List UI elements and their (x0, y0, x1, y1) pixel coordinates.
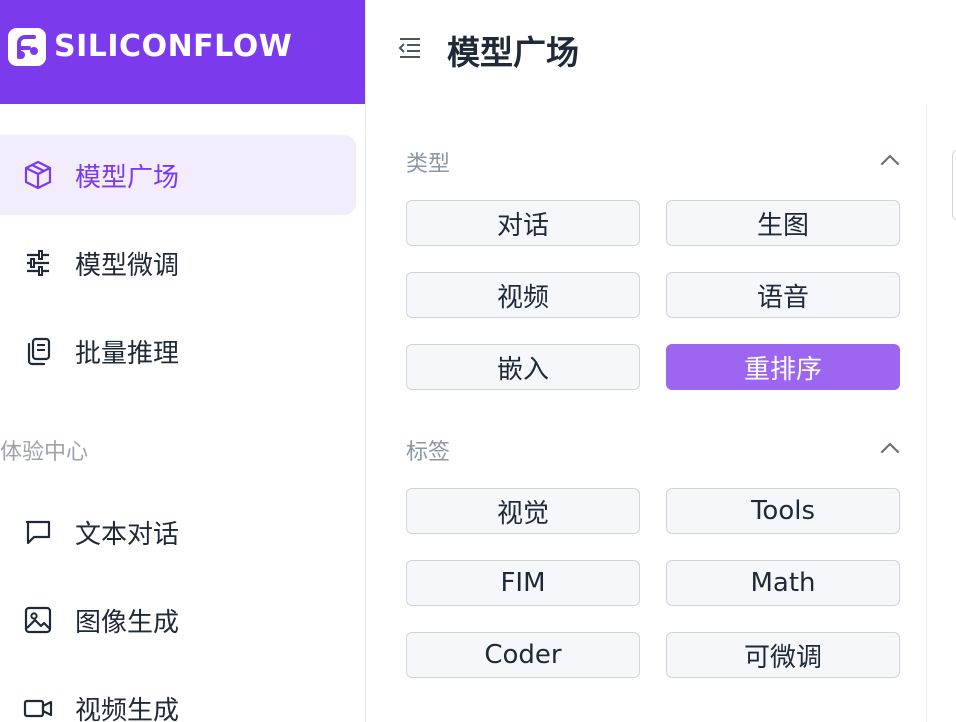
sidebar-item-image-gen[interactable]: 图像生成 (0, 580, 356, 660)
type-option-image[interactable]: 生图 (666, 200, 900, 246)
tag-option-tools[interactable]: Tools (666, 488, 900, 534)
copy-icon (27, 337, 51, 366)
tag-option-finetunable[interactable]: 可微调 (666, 632, 900, 678)
sidebar-item-text-chat[interactable]: 文本对话 (0, 492, 356, 572)
tag-option-math[interactable]: Math (666, 560, 900, 606)
tag-option-fim[interactable]: FIM (406, 560, 640, 606)
image-icon (24, 606, 52, 634)
type-option-embedding[interactable]: 嵌入 (406, 344, 640, 390)
tag-option-vision[interactable]: 视觉 (406, 488, 640, 534)
cube-icon (24, 160, 52, 190)
sidebar-item-video-gen[interactable]: 视频生成 (0, 668, 356, 722)
filter-group-tags-header[interactable]: 标签 (406, 432, 902, 466)
search-input-edge[interactable] (952, 150, 956, 220)
tag-option-coder[interactable]: Coder (406, 632, 640, 678)
chat-icon (25, 520, 51, 545)
filter-group-label: 类型 (406, 152, 451, 177)
page-title: 模型广场 (447, 33, 579, 72)
sidebar-item-batch-inference[interactable]: 批量推理 (0, 311, 356, 391)
sidebar-item-label: 批量推理 (75, 338, 180, 369)
collapse-sidebar-icon[interactable] (397, 36, 423, 60)
video-icon (23, 699, 53, 718)
siliconflow-logo-icon (8, 28, 46, 66)
chevron-up-icon[interactable] (878, 148, 902, 172)
type-option-audio[interactable]: 语音 (666, 272, 900, 318)
app-root: SILICONFLOW 模型广场 模型微调 批量推理 体验中心 文本对话 图像生… (0, 0, 956, 722)
sidebar-item-label: 模型广场 (75, 162, 180, 193)
brand-header[interactable]: SILICONFLOW (0, 0, 365, 104)
sidebar-item-label: 视频生成 (75, 695, 180, 722)
filter-group-type-header[interactable]: 类型 (406, 144, 902, 178)
type-option-rerank[interactable]: 重排序 (666, 344, 900, 390)
filter-group-label: 标签 (406, 440, 451, 465)
sliders-icon (27, 250, 49, 276)
filter-panel: 类型 对话 生图 视频 语音 嵌入 重排序 标签 视觉 Tools FIM Ma… (366, 104, 927, 722)
sidebar-item-label: 模型微调 (75, 250, 180, 281)
sidebar-item-label: 文本对话 (75, 519, 180, 550)
sidebar-item-label: 图像生成 (75, 607, 180, 638)
sidebar-item-model-square[interactable]: 模型广场 (0, 135, 356, 215)
sidebar: SILICONFLOW 模型广场 模型微调 批量推理 体验中心 文本对话 图像生… (0, 0, 366, 722)
brand-name: SILICONFLOW (54, 29, 293, 64)
type-option-chat[interactable]: 对话 (406, 200, 640, 246)
sidebar-item-fine-tune[interactable]: 模型微调 (0, 223, 356, 303)
type-option-video[interactable]: 视频 (406, 272, 640, 318)
section-title-experience: 体验中心 (0, 440, 89, 465)
chevron-up-icon[interactable] (878, 436, 902, 460)
